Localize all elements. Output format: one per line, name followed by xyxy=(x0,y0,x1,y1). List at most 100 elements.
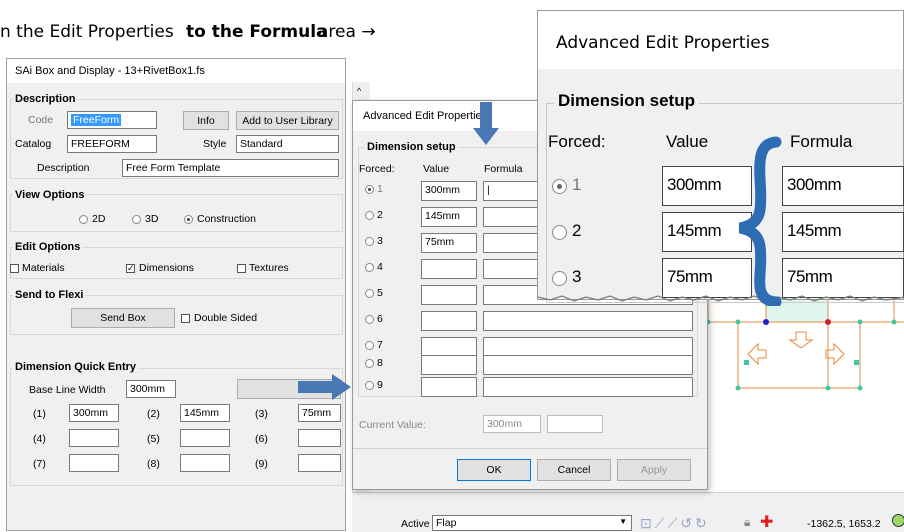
dialog-row-8-num: 8 xyxy=(377,357,383,369)
dialog-row-7-formula[interactable] xyxy=(483,337,693,357)
quick-entry-label-8: (8) xyxy=(147,458,160,470)
quick-entry-label-5: (5) xyxy=(147,433,160,445)
active-dropdown[interactable]: Flap ▼ xyxy=(432,515,632,531)
add-to-user-library-button[interactable]: Add to User Library xyxy=(236,111,339,130)
quick-entry-field-7[interactable] xyxy=(69,454,119,472)
textures-checkbox[interactable] xyxy=(237,264,246,273)
quick-entry-field-3[interactable]: 75mm xyxy=(298,404,341,422)
zoom-row-3-formula[interactable]: 75mm xyxy=(782,258,904,298)
dialog-row-2-radio[interactable] xyxy=(365,211,374,220)
zoom-group-label: Dimension setup xyxy=(554,91,699,111)
zoom-titlebar: Advanced Edit Properties xyxy=(538,11,903,69)
lock-icon[interactable]: 🔒︎ xyxy=(744,515,750,530)
dialog-row-3-value[interactable]: 75mm xyxy=(421,233,477,253)
zoom-row-1-formula[interactable]: 300mm xyxy=(782,166,904,206)
apply-button[interactable]: Apply xyxy=(617,459,691,481)
dialog-row-6-formula[interactable] xyxy=(483,311,693,331)
dialog-row-8-formula[interactable] xyxy=(483,355,693,375)
cancel-button[interactable]: Cancel xyxy=(537,459,611,481)
caption-part2: to the Formula xyxy=(186,22,328,42)
catalog-field[interactable]: FREEFORM xyxy=(67,135,157,153)
quick-entry-field-8[interactable] xyxy=(180,454,230,472)
dialog-row-6-value[interactable] xyxy=(421,311,477,331)
send-box-button[interactable]: Send Box xyxy=(71,308,175,328)
zoom-col-value: Value xyxy=(666,132,709,151)
zoom-row-1-radio[interactable] xyxy=(552,179,567,194)
dialog-col-forced: Forced: xyxy=(359,163,395,175)
dialog-row-9-value[interactable] xyxy=(421,377,477,397)
quick-entry-field-4[interactable] xyxy=(69,429,119,447)
dialog-row-4-value[interactable] xyxy=(421,259,477,279)
zoom-title: Advanced Edit Properties xyxy=(556,33,770,53)
dialog-divider xyxy=(353,448,707,449)
zoom-row-2-radio[interactable] xyxy=(552,225,567,240)
base-line-width-field[interactable]: 300mm xyxy=(126,380,176,398)
quick-entry-field-9[interactable] xyxy=(298,454,341,472)
send-to-flexi-group xyxy=(10,295,343,335)
current-value-field: 300mm xyxy=(483,415,541,433)
dimensions-checkbox[interactable]: ✓ xyxy=(126,264,135,273)
down-arrow-icon xyxy=(473,102,499,145)
dialog-row-6-num: 6 xyxy=(377,313,383,325)
view-2d-radio[interactable] xyxy=(79,215,88,224)
info-button[interactable]: Info xyxy=(183,111,229,130)
dialog-row-8-radio[interactable] xyxy=(365,359,374,368)
caption-part3: area → xyxy=(318,22,376,42)
base-line-width-label: Base Line Width xyxy=(29,384,106,396)
dialog-col-value: Value xyxy=(423,163,450,175)
view-3d-radio[interactable] xyxy=(132,215,141,224)
dialog-row-4-radio[interactable] xyxy=(365,263,374,272)
dialog-row-7-value[interactable] xyxy=(421,337,477,357)
dialog-row-1-radio[interactable] xyxy=(365,185,374,194)
brace-icon xyxy=(738,136,782,306)
current-value-label: Current Value: xyxy=(359,419,426,431)
code-field[interactable]: FreeForm xyxy=(67,111,157,129)
dialog-row-5-radio[interactable] xyxy=(365,289,374,298)
view-3d-label: 3D xyxy=(145,213,159,225)
scroll-up-icon[interactable]: ^ xyxy=(357,86,361,96)
ok-button[interactable]: OK xyxy=(457,459,531,481)
quick-entry-label-9: (9) xyxy=(255,458,268,470)
status-bar: Active Flap ▼ ⊡⟋⟋↺↻ 🔒︎ ✚ -1362.5, 1653.2 xyxy=(352,492,904,532)
quick-entry-field-1[interactable]: 300mm xyxy=(69,404,119,422)
quick-entry-label-2: (2) xyxy=(147,408,160,420)
double-sided-checkbox[interactable] xyxy=(181,314,190,323)
toolbar-icons[interactable]: ⊡⟋⟋↺↻ xyxy=(640,515,710,532)
dialog-row-2-num: 2 xyxy=(377,209,383,221)
dialog-row-3-radio[interactable] xyxy=(365,237,374,246)
dialog-row-7-radio[interactable] xyxy=(365,341,374,350)
dialog-row-5-value[interactable] xyxy=(421,285,477,305)
code-value: FreeForm xyxy=(71,114,122,126)
zoom-col-forced: Forced: xyxy=(548,132,606,151)
dim-quick-entry-label: Dimension Quick Entry xyxy=(13,361,139,373)
quick-entry-field-2[interactable]: 145mm xyxy=(180,404,230,422)
dialog-row-9-radio[interactable] xyxy=(365,381,374,390)
description-field[interactable]: Free Form Template xyxy=(122,159,339,177)
active-value: Flap xyxy=(436,517,457,529)
view-construction-radio[interactable] xyxy=(184,215,193,224)
quick-entry-label-3: (3) xyxy=(255,408,268,420)
quick-entry-field-6[interactable] xyxy=(298,429,341,447)
dialog-row-2-value[interactable]: 145mm xyxy=(421,207,477,227)
zoom-row-3-num: 3 xyxy=(572,267,582,286)
dialog-row-1-value[interactable]: 300mm xyxy=(421,181,477,201)
dialog-row-9-formula[interactable] xyxy=(483,377,693,397)
dialog-row-8-value[interactable] xyxy=(421,355,477,375)
globe-icon[interactable] xyxy=(892,514,904,527)
dialog-title: Advanced Edit Properties xyxy=(363,110,488,122)
zoom-row-1-num: 1 xyxy=(572,175,582,194)
dialog-row-6-radio[interactable] xyxy=(365,315,374,324)
description-label: Description xyxy=(13,93,78,105)
quick-entry-field-5[interactable] xyxy=(180,429,230,447)
view-options-label: View Options xyxy=(13,189,87,201)
snap-icon[interactable]: ✚ xyxy=(760,512,773,532)
zoom-row-3-radio[interactable] xyxy=(552,271,567,286)
dropdown-arrow-icon[interactable]: ▼ xyxy=(619,517,627,526)
zoom-row-2-formula[interactable]: 145mm xyxy=(782,212,904,252)
right-arrow-icon xyxy=(298,374,351,400)
style-field[interactable]: Standard xyxy=(236,135,339,153)
materials-checkbox[interactable] xyxy=(10,264,19,273)
caption-part1: n the Edit Properties xyxy=(0,22,174,42)
coordinates-readout: -1362.5, 1653.2 xyxy=(807,518,881,530)
main-window-title: SAi Box and Display - 13+RivetBox1.fs xyxy=(15,65,205,77)
